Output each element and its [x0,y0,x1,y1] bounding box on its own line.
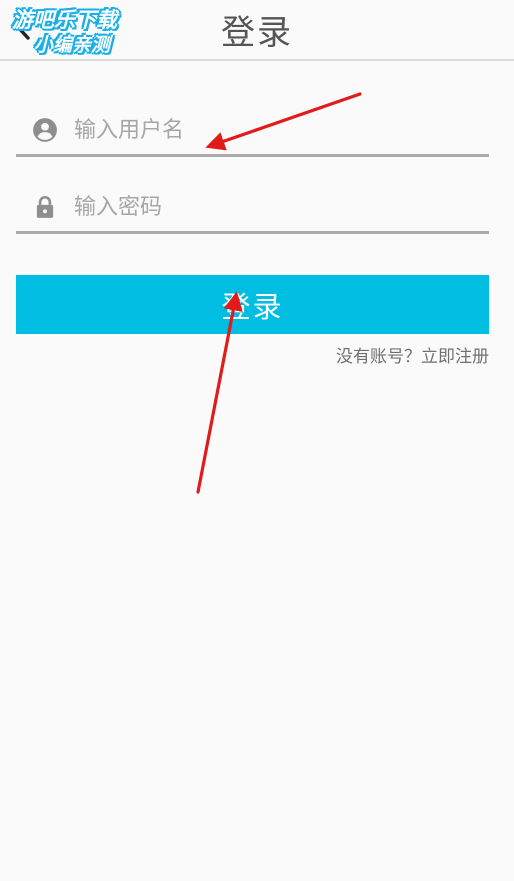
app-bar: 登录 [0,0,514,61]
page-title: 登录 [221,13,293,53]
username-field[interactable] [16,107,489,157]
password-input[interactable] [74,190,474,224]
lock-icon [36,196,54,218]
password-field[interactable] [16,184,489,234]
account-circle-icon [33,118,57,142]
username-input[interactable] [74,113,474,147]
login-screen: 登录 游吧乐下载 小编亲测 登录 没有账号？立即注册 [0,0,514,881]
register-link[interactable]: 没有账号？立即注册 [336,342,489,367]
login-button[interactable]: 登录 [16,275,489,334]
